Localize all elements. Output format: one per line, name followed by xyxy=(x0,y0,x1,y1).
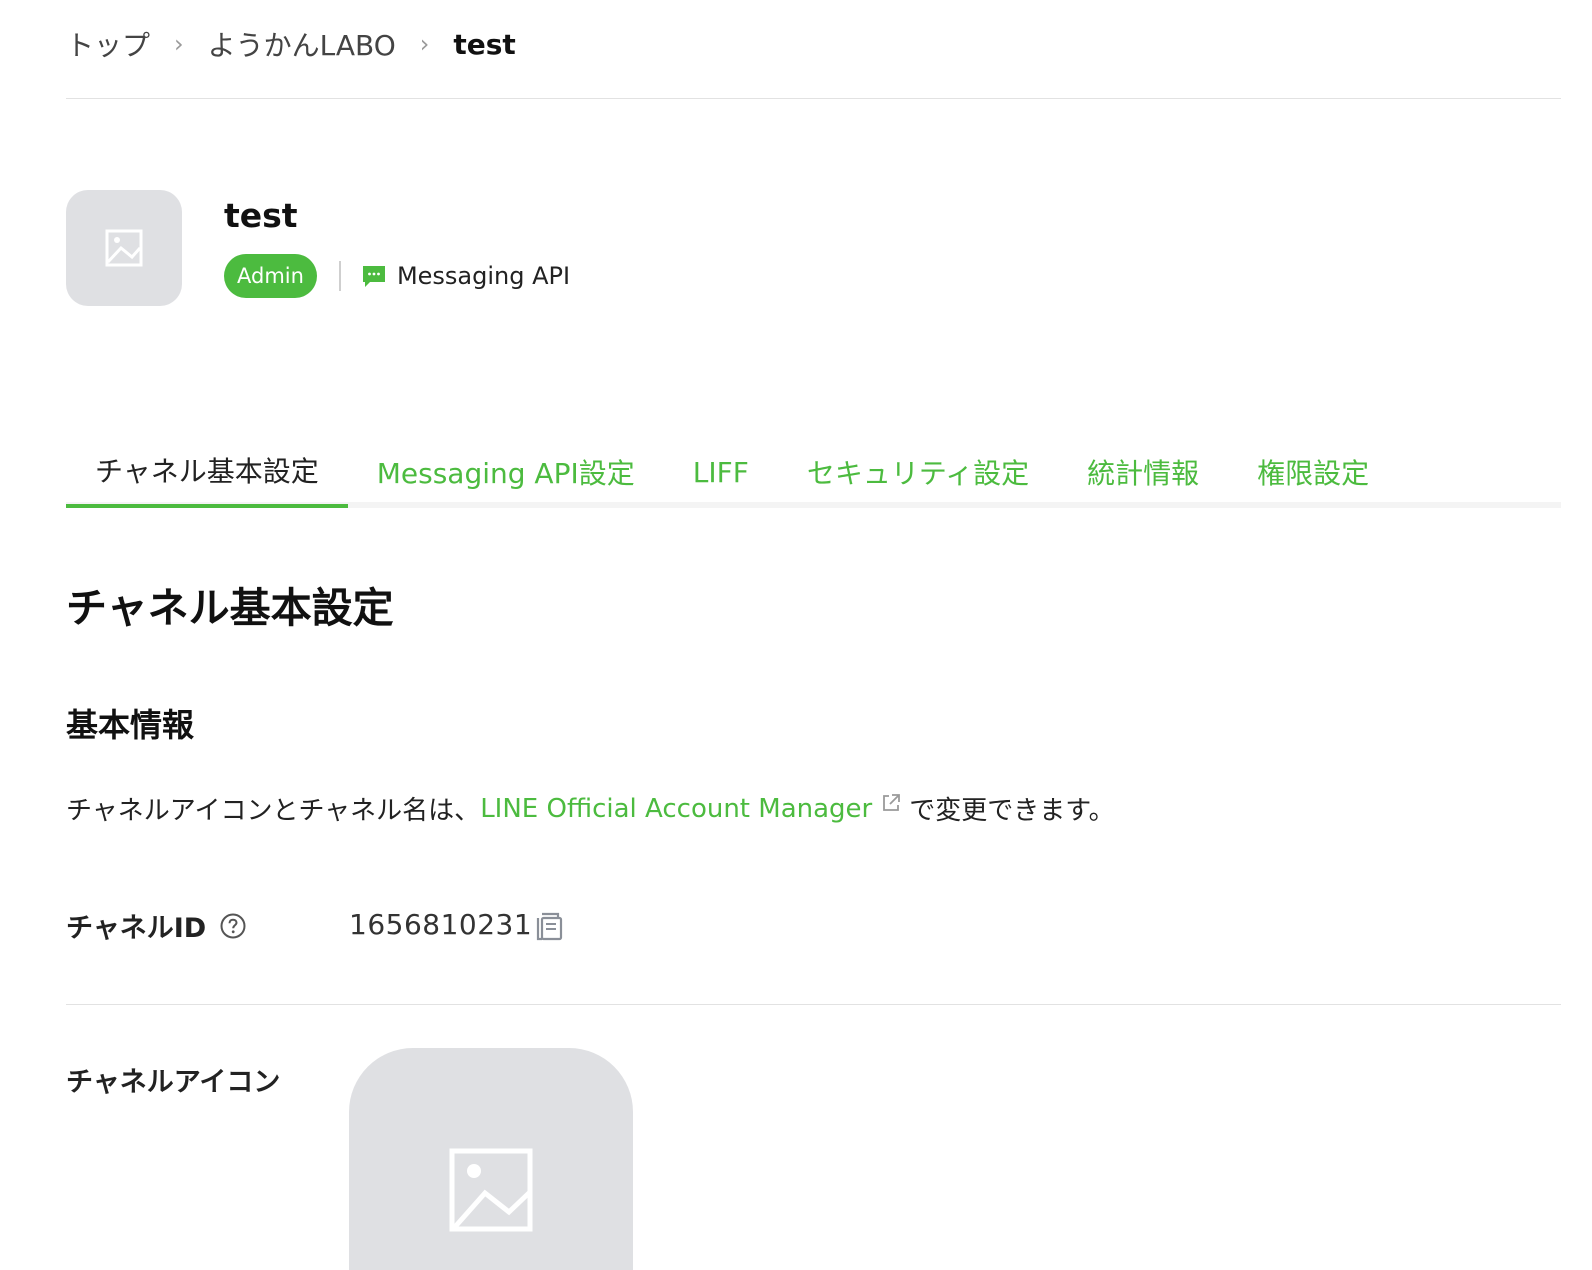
divider xyxy=(338,261,341,291)
info-prefix: チャネルアイコンとチャネル名は、 xyxy=(66,796,481,826)
channel-name: test xyxy=(224,196,298,235)
breadcrumb-separator-icon: › xyxy=(174,30,184,58)
info-suffix: で変更できます。 xyxy=(909,796,1115,826)
channel-id-value: 1656810231 xyxy=(349,908,533,941)
breadcrumb-top-link[interactable]: トップ xyxy=(66,24,150,64)
role-badge: Admin xyxy=(224,254,317,298)
section-heading: 基本情報 xyxy=(66,706,195,744)
channel-icon-label: チャネルアイコン xyxy=(66,1067,281,1098)
image-placeholder-icon xyxy=(105,229,143,267)
divider xyxy=(66,98,1561,99)
channel-icon-label-row: チャネルアイコン xyxy=(66,1060,280,1099)
channel-id-label: チャネルID xyxy=(66,913,207,944)
page: トップ › ようかんLABO › test test Admin Messagi… xyxy=(0,0,1592,1270)
channel-id-label-row: チャネルID xyxy=(66,906,246,945)
copy-icon[interactable] xyxy=(536,912,564,942)
tab-bar: チャネル基本設定 Messaging API設定 LIFF セキュリティ設定 統… xyxy=(66,436,1561,508)
channel-avatar xyxy=(66,190,182,306)
channel-icon-preview xyxy=(349,1048,633,1270)
page-title: チャネル基本設定 xyxy=(66,584,394,632)
tab-basic-settings[interactable]: チャネル基本設定 xyxy=(66,436,348,508)
external-link-icon xyxy=(883,793,901,811)
chat-bubble-icon xyxy=(362,266,385,287)
breadcrumb: トップ › ようかんLABO › test xyxy=(66,22,516,66)
question-circle-icon[interactable] xyxy=(220,913,246,939)
breadcrumb-current: test xyxy=(453,27,516,61)
tab-liff[interactable]: LIFF xyxy=(664,436,778,508)
oam-link[interactable]: LINE Official Account Manager xyxy=(480,794,872,824)
tab-messaging-api[interactable]: Messaging API設定 xyxy=(348,436,664,508)
info-text: チャネルアイコンとチャネル名は、 LINE Official Account M… xyxy=(66,790,1115,827)
image-placeholder-icon xyxy=(449,1148,533,1232)
divider xyxy=(66,1004,1561,1005)
tab-security[interactable]: セキュリティ設定 xyxy=(778,436,1058,508)
channel-type: Messaging API xyxy=(396,262,571,290)
tab-permissions[interactable]: 権限設定 xyxy=(1228,436,1398,508)
channel-meta: Admin Messaging API xyxy=(224,254,570,298)
breadcrumb-provider-link[interactable]: ようかんLABO xyxy=(208,24,396,64)
breadcrumb-separator-icon: › xyxy=(419,30,430,58)
tab-statistics[interactable]: 統計情報 xyxy=(1058,436,1228,508)
